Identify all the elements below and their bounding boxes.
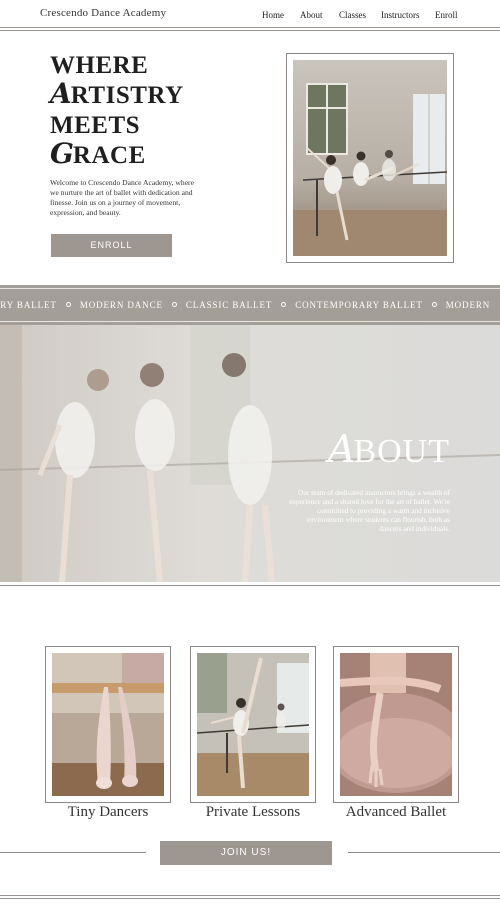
marquee-item: MODERN	[445, 300, 491, 310]
class-types-marquee: RARY BALLET MODERN DANCE CLASSIC BALLET CON…	[0, 285, 500, 325]
nav-about-link[interactable]: About	[300, 10, 323, 20]
nav-home-link[interactable]: Home	[262, 10, 284, 20]
marquee-item: CLASSIC BALLET	[185, 300, 273, 310]
circle-icon	[281, 302, 287, 307]
class-photo	[340, 653, 452, 796]
main-nav: Home About Classes Instructors Enroll	[0, 10, 500, 24]
dancer-hands-tutu-photo-icon	[340, 653, 452, 796]
about-section: ABOUT Our team of dedicated instructors …	[0, 325, 500, 582]
class-label-private-lessons[interactable]: Private Lessons	[190, 804, 316, 821]
ballet-studio-photo-icon	[293, 60, 447, 256]
hero-title-line-3: MEETS	[50, 112, 141, 139]
hero-image-frame	[286, 53, 454, 263]
hero-title-line-1: WHERE	[50, 52, 149, 79]
circle-icon	[171, 302, 177, 307]
hero-intro-text: Welcome to Crescendo Dance Academy, wher…	[50, 178, 194, 217]
circle-icon	[431, 302, 437, 307]
header-divider-double	[0, 30, 500, 31]
class-card-tiny-dancers[interactable]	[45, 646, 171, 803]
about-title: ABOUT	[327, 427, 450, 471]
hero-title: WHERE ARTISTRY MEETS GRACE	[50, 50, 250, 170]
marquee-item: MODERN DANCE	[79, 300, 163, 310]
join-right-rule	[348, 852, 500, 853]
about-divider	[0, 585, 500, 586]
pointe-shoes-photo-icon	[52, 653, 164, 796]
dancer-at-barre-photo-icon	[197, 653, 309, 796]
class-label-advanced-ballet[interactable]: Advanced Ballet	[333, 804, 459, 821]
marquee-top-rule	[0, 288, 500, 289]
class-card-advanced-ballet[interactable]	[333, 646, 459, 803]
hero-title-line-2: ARTISTRY	[50, 77, 184, 110]
nav-enroll-link[interactable]: Enroll	[435, 10, 458, 20]
enroll-button[interactable]: ENROLL	[51, 234, 172, 257]
header-divider	[0, 27, 500, 28]
ballet-studio-photo	[293, 60, 447, 256]
about-text: Our team of dedicated instructors brings…	[289, 488, 450, 533]
marquee-item: RARY BALLET	[0, 300, 57, 310]
nav-classes-link[interactable]: Classes	[339, 10, 366, 20]
nav-instructors-link[interactable]: Instructors	[381, 10, 420, 20]
join-us-button[interactable]: JOIN US!	[160, 841, 332, 865]
marquee-bottom-rule	[0, 321, 500, 322]
class-photo	[197, 653, 309, 796]
marquee-track: RARY BALLET MODERN DANCE CLASSIC BALLET CON…	[0, 300, 490, 310]
class-card-private-lessons[interactable]	[190, 646, 316, 803]
hero-title-line-4: GRACE	[50, 137, 146, 170]
class-photo	[52, 653, 164, 796]
class-label-tiny-dancers[interactable]: Tiny Dancers	[45, 804, 171, 821]
footer-divider-double	[0, 898, 500, 899]
footer-divider	[0, 895, 500, 896]
circle-icon	[65, 302, 71, 307]
join-left-rule	[0, 852, 146, 853]
marquee-item: CONTEMPORARY BALLET	[295, 300, 423, 310]
